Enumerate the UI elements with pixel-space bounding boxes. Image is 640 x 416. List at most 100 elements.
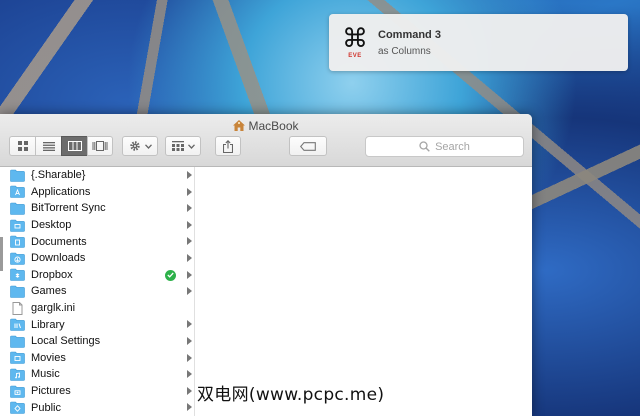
tags-group bbox=[289, 136, 327, 156]
action-menu-group bbox=[122, 136, 158, 156]
public-folder-icon bbox=[10, 401, 25, 414]
file-row[interactable]: Movies bbox=[0, 350, 194, 367]
notification-subtitle: as Columns bbox=[378, 45, 431, 57]
file-name: BitTorrent Sync bbox=[31, 202, 106, 215]
disclosure-arrow-icon bbox=[187, 320, 192, 329]
command-glyph: ⌘ bbox=[342, 22, 368, 53]
column-view-button[interactable] bbox=[61, 136, 87, 156]
disclosure-arrow-icon bbox=[187, 336, 192, 345]
file-name: Movies bbox=[31, 351, 66, 364]
library-folder-icon bbox=[10, 318, 25, 331]
column-empty bbox=[195, 167, 532, 416]
disclosure-arrow-icon bbox=[187, 253, 192, 262]
arrange-menu-button[interactable] bbox=[165, 136, 201, 156]
disclosure-arrow-icon bbox=[187, 171, 192, 179]
disclosure-arrow-icon bbox=[187, 187, 192, 196]
file-row[interactable]: Documents bbox=[0, 233, 194, 250]
window-title-text: MacBook bbox=[248, 119, 299, 133]
icon-view-icon bbox=[17, 141, 28, 151]
search-field[interactable]: Search bbox=[365, 136, 524, 157]
finder-window: MacBook Search {.Sharable} Applications … bbox=[0, 114, 532, 416]
file-name: Music bbox=[31, 368, 60, 381]
disclosure-arrow-icon bbox=[187, 403, 192, 412]
share-icon bbox=[223, 139, 233, 153]
disclosure-arrow-icon bbox=[187, 353, 192, 362]
icon-view-button[interactable] bbox=[9, 136, 35, 156]
folder-icon bbox=[10, 285, 25, 298]
disclosure-arrow-icon bbox=[187, 237, 192, 246]
disclosure-arrow-icon bbox=[187, 204, 192, 213]
file-row[interactable]: {.Sharable} bbox=[0, 167, 194, 184]
notification-app-caption: EVE bbox=[348, 52, 362, 59]
pictures-folder-icon bbox=[10, 385, 25, 398]
file-name: Applications bbox=[31, 185, 91, 198]
action-menu-button[interactable] bbox=[122, 136, 158, 156]
folder-icon bbox=[10, 335, 25, 348]
file-icon bbox=[12, 301, 23, 315]
notification-banner[interactable]: ⌘ EVE Command 3 as Columns bbox=[329, 14, 628, 71]
sync-complete-icon bbox=[165, 269, 176, 281]
search-placeholder: Search bbox=[435, 140, 470, 153]
disclosure-arrow-icon bbox=[187, 386, 192, 395]
column-view-icon bbox=[67, 141, 82, 151]
disclosure-arrow-icon bbox=[187, 287, 192, 296]
file-name: garglk.ini bbox=[31, 302, 76, 315]
file-name: {.Sharable} bbox=[31, 169, 86, 182]
file-name: Pictures bbox=[31, 385, 71, 398]
file-name: Public bbox=[31, 401, 61, 414]
cover-flow-view-button[interactable] bbox=[87, 136, 113, 156]
search-icon bbox=[419, 141, 430, 152]
disclosure-arrow-icon bbox=[187, 270, 192, 279]
downloads-folder-icon bbox=[10, 252, 25, 265]
file-name: Downloads bbox=[31, 252, 86, 265]
window-title: MacBook bbox=[0, 119, 532, 133]
apps-folder-icon bbox=[10, 186, 25, 199]
browser-columns: {.Sharable} Applications BitTorrent Sync De… bbox=[0, 167, 532, 416]
file-row[interactable]: Desktop bbox=[0, 217, 194, 234]
file-name: Documents bbox=[31, 235, 87, 248]
file-row[interactable]: Music bbox=[0, 366, 194, 383]
view-mode-group bbox=[9, 136, 113, 156]
file-name: Dropbox bbox=[31, 268, 73, 281]
file-row[interactable]: Downloads bbox=[0, 250, 194, 267]
watermark: 双电网(www.pcpc.me) bbox=[197, 385, 385, 405]
file-row[interactable]: Public bbox=[0, 399, 194, 416]
share-button[interactable] bbox=[215, 136, 241, 156]
cover-flow-icon bbox=[92, 141, 108, 151]
notification-title: Command 3 bbox=[378, 28, 441, 41]
gear-icon bbox=[129, 141, 140, 151]
file-row[interactable]: Library bbox=[0, 316, 194, 333]
file-row[interactable]: garglk.ini bbox=[0, 300, 194, 317]
file-name: Games bbox=[31, 285, 67, 298]
file-name: Desktop bbox=[31, 219, 72, 232]
column-home: {.Sharable} Applications BitTorrent Sync De… bbox=[0, 167, 195, 416]
file-row[interactable]: BitTorrent Sync bbox=[0, 200, 194, 217]
tag-icon bbox=[300, 141, 316, 151]
tags-button[interactable] bbox=[289, 136, 327, 156]
file-name: Local Settings bbox=[31, 335, 101, 348]
file-row[interactable]: Pictures bbox=[0, 383, 194, 400]
chevron-down-icon bbox=[187, 143, 195, 149]
file-name: Library bbox=[31, 318, 65, 331]
command-key-icon: ⌘ EVE bbox=[341, 24, 369, 62]
toolbar: Search bbox=[9, 136, 524, 158]
folder-icon bbox=[10, 169, 25, 182]
file-row[interactable]: Applications bbox=[0, 184, 194, 201]
disclosure-arrow-icon bbox=[187, 370, 192, 379]
home-icon bbox=[233, 120, 246, 131]
titlebar: MacBook Search bbox=[0, 114, 532, 167]
music-folder-icon bbox=[10, 368, 25, 381]
file-row[interactable]: Dropbox bbox=[0, 267, 194, 284]
movies-folder-icon bbox=[10, 352, 25, 365]
arrange-menu-group bbox=[165, 136, 201, 156]
list-view-button[interactable] bbox=[35, 136, 61, 156]
file-row[interactable]: Games bbox=[0, 283, 194, 300]
disclosure-arrow-icon bbox=[187, 220, 192, 229]
folder-icon bbox=[10, 202, 25, 215]
docs-folder-icon bbox=[10, 235, 25, 248]
list-view-icon bbox=[42, 141, 55, 151]
chevron-down-icon bbox=[144, 143, 152, 149]
file-row[interactable]: Local Settings bbox=[0, 333, 194, 350]
share-group bbox=[215, 136, 241, 156]
desktop-folder-icon bbox=[10, 219, 25, 232]
